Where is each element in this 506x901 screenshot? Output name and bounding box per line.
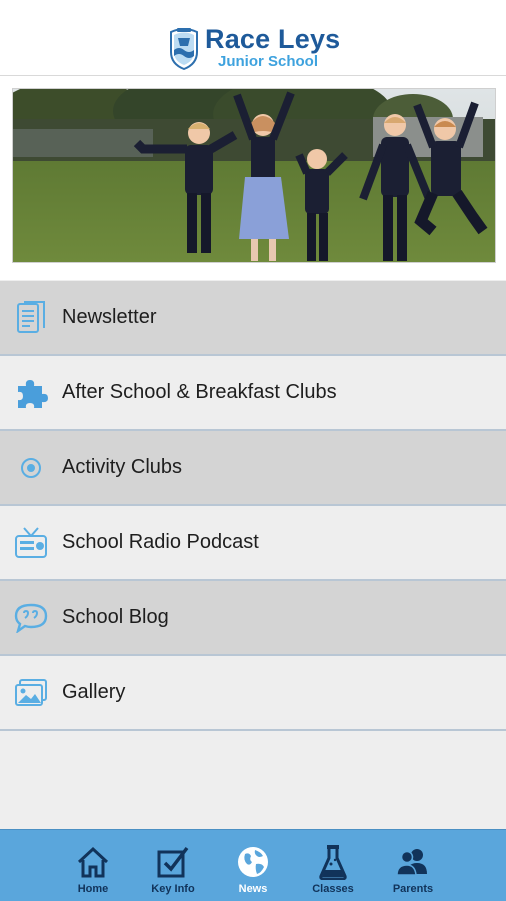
menu-item-label: Newsletter bbox=[62, 306, 157, 328]
speech-bubble-icon bbox=[14, 601, 48, 635]
menu-item-activity-clubs[interactable]: Activity Clubs bbox=[0, 431, 506, 506]
flask-icon bbox=[319, 845, 347, 880]
app-subtitle: Junior School bbox=[218, 53, 319, 70]
tab-news[interactable]: News bbox=[213, 830, 293, 901]
menu-item-school-radio-podcast[interactable]: School Radio Podcast bbox=[0, 506, 506, 581]
menu-item-gallery[interactable]: Gallery bbox=[0, 656, 506, 731]
banner-photo bbox=[12, 88, 496, 263]
menu-item-label: After School & Breakfast Clubs bbox=[62, 381, 337, 403]
menu-item-label: Gallery bbox=[62, 681, 126, 703]
app-header: Race Leys Junior School bbox=[0, 0, 506, 76]
checkbox-icon bbox=[157, 846, 189, 878]
menu-item-label: Activity Clubs bbox=[62, 456, 183, 478]
radio-icon bbox=[14, 526, 48, 560]
people-icon bbox=[396, 849, 427, 876]
menu-list: Newsletter After School & Breakfast Club… bbox=[0, 281, 506, 731]
tab-key-info[interactable]: Key Info bbox=[133, 830, 213, 901]
school-logo[interactable]: Race Leys Junior School bbox=[168, 22, 348, 74]
tab-home[interactable]: Home bbox=[53, 830, 133, 901]
ball-icon bbox=[14, 451, 48, 485]
globe-icon bbox=[238, 847, 268, 877]
tab-label: Home bbox=[77, 883, 109, 895]
tab-label: Key Info bbox=[151, 883, 195, 895]
puzzle-icon bbox=[14, 376, 48, 410]
children-jumping-photo bbox=[13, 89, 495, 262]
menu-item-label: School Blog bbox=[62, 606, 169, 628]
banner-area bbox=[0, 76, 506, 280]
document-icon bbox=[14, 300, 48, 335]
menu-item-label: School Radio Podcast bbox=[62, 531, 259, 553]
app-title: Race Leys bbox=[205, 24, 341, 54]
tab-classes[interactable]: Classes bbox=[293, 830, 373, 901]
menu-item-school-blog[interactable]: School Blog bbox=[0, 581, 506, 656]
photos-icon bbox=[14, 676, 48, 710]
tab-label: Parents bbox=[392, 883, 434, 895]
bottom-tab-bar: Home Key Info News Classes Parents bbox=[0, 829, 506, 901]
tab-label: Classes bbox=[312, 883, 354, 895]
school-crest-icon bbox=[170, 28, 198, 70]
home-icon bbox=[77, 846, 109, 878]
menu-item-after-school-clubs[interactable]: After School & Breakfast Clubs bbox=[0, 356, 506, 431]
tab-parents[interactable]: Parents bbox=[373, 830, 453, 901]
tab-label: News bbox=[238, 883, 268, 895]
menu-item-newsletter[interactable]: Newsletter bbox=[0, 281, 506, 356]
